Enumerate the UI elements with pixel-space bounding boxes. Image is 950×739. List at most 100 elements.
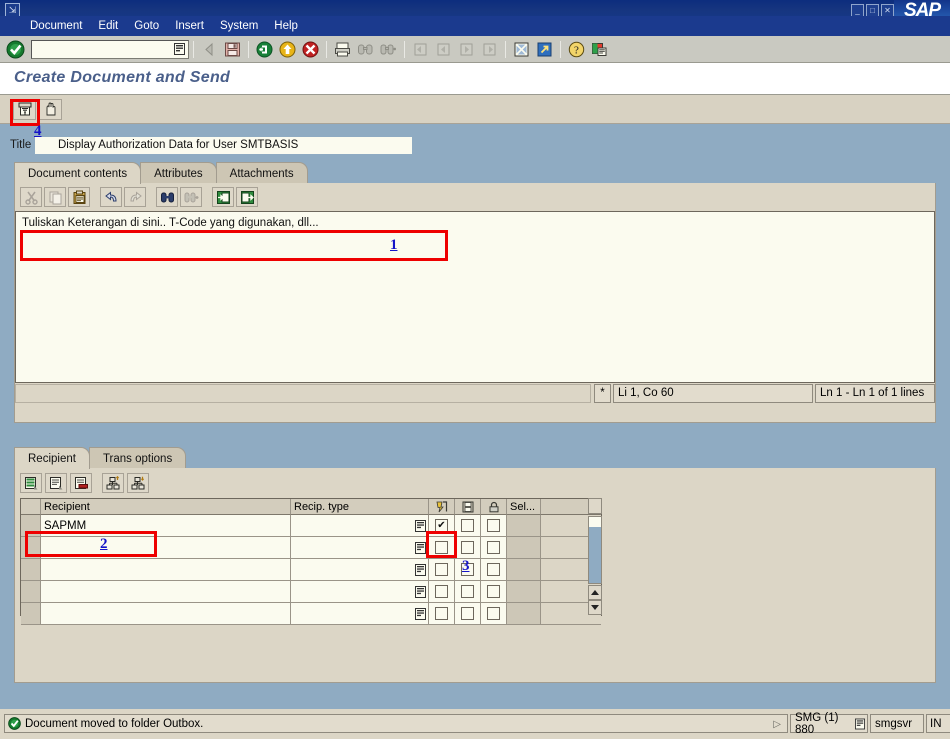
find-next-icon[interactable] [378, 39, 399, 60]
table-row[interactable] [21, 603, 601, 625]
sort-ascending-button[interactable] [102, 473, 124, 493]
lock-checkbox[interactable] [487, 585, 500, 598]
scroll-down-button[interactable] [588, 600, 602, 615]
lock-checkbox-cell[interactable] [481, 537, 507, 559]
table-row[interactable]: SAPMM ✔ [21, 515, 601, 537]
copy-checkbox-cell[interactable] [455, 515, 481, 537]
menu-document[interactable]: Document [22, 18, 90, 34]
send-document-button[interactable] [13, 98, 36, 120]
recipient-type-dropdown-icon[interactable] [415, 607, 426, 620]
save-icon[interactable] [222, 39, 243, 60]
hold-document-button[interactable] [39, 98, 62, 120]
cut-button[interactable] [20, 187, 42, 207]
copy-checkbox[interactable] [461, 585, 474, 598]
download-button[interactable] [236, 187, 258, 207]
exit-icon[interactable] [254, 39, 275, 60]
recipient-cell[interactable] [41, 581, 291, 603]
express-checkbox[interactable] [435, 541, 448, 554]
recipient-cell[interactable] [41, 559, 291, 581]
express-checkbox-cell[interactable] [429, 581, 455, 603]
scrollbar-track[interactable] [588, 516, 602, 584]
column-express[interactable] [429, 499, 455, 515]
express-checkbox-cell[interactable] [429, 537, 455, 559]
recipient-type-dropdown-icon[interactable] [415, 541, 426, 554]
customize-icon[interactable] [589, 39, 610, 60]
express-checkbox[interactable]: ✔ [435, 519, 448, 532]
row-selector[interactable] [21, 537, 41, 559]
recipient-type-cell[interactable] [291, 559, 429, 581]
lock-checkbox[interactable] [487, 541, 500, 554]
recipient-type-cell[interactable] [291, 515, 429, 537]
first-page-icon[interactable] [410, 39, 431, 60]
insert-row-button[interactable] [20, 473, 42, 493]
selection-cell[interactable] [507, 581, 541, 603]
status-system-dropdown-icon[interactable] [854, 718, 865, 730]
last-page-icon[interactable] [479, 39, 500, 60]
lock-checkbox-cell[interactable] [481, 559, 507, 581]
upload-button[interactable] [212, 187, 234, 207]
grid-scrollbar[interactable] [586, 498, 602, 616]
back-icon[interactable] [199, 39, 220, 60]
tab-trans-options[interactable]: Trans options [88, 447, 187, 469]
selection-cell[interactable] [507, 537, 541, 559]
lock-checkbox[interactable] [487, 563, 500, 576]
table-row[interactable] [21, 559, 601, 581]
create-shortcut-icon[interactable] [534, 39, 555, 60]
command-field[interactable] [31, 39, 189, 59]
sort-descending-button[interactable] [127, 473, 149, 493]
copy-checkbox-cell[interactable] [455, 603, 481, 625]
copy-checkbox[interactable] [461, 519, 474, 532]
recipient-type-dropdown-icon[interactable] [415, 519, 426, 532]
column-recipient-type[interactable]: Recip. type [291, 499, 429, 515]
menu-edit[interactable]: Edit [90, 18, 126, 34]
recipient-type-cell[interactable] [291, 603, 429, 625]
delete-row-button[interactable] [70, 473, 92, 493]
scrollbar-top-box[interactable] [588, 498, 602, 514]
row-selector[interactable] [21, 515, 41, 537]
table-row[interactable] [21, 537, 601, 559]
scrollbar-thumb[interactable] [589, 527, 601, 583]
lock-checkbox-cell[interactable] [481, 581, 507, 603]
copy-checkbox-cell[interactable] [455, 537, 481, 559]
tab-recipient[interactable]: Recipient [14, 447, 90, 469]
express-checkbox[interactable] [435, 585, 448, 598]
copy-checkbox[interactable] [461, 607, 474, 620]
tab-attributes[interactable]: Attributes [140, 162, 217, 184]
find-next-button[interactable] [180, 187, 202, 207]
cancel-icon[interactable] [300, 39, 321, 60]
tab-attachments[interactable]: Attachments [215, 162, 308, 184]
status-expand-icon[interactable]: ▷ [773, 719, 781, 730]
row-selector[interactable] [21, 581, 41, 603]
recipient-cell-sapmm[interactable]: SAPMM [41, 515, 291, 537]
copy-checkbox[interactable] [461, 541, 474, 554]
next-page-icon[interactable] [456, 39, 477, 60]
new-session-icon[interactable] [511, 39, 532, 60]
selection-cell[interactable] [507, 559, 541, 581]
selection-cell[interactable] [507, 603, 541, 625]
cancel-up-icon[interactable] [277, 39, 298, 60]
express-checkbox-cell[interactable] [429, 603, 455, 625]
recipient-type-dropdown-icon[interactable] [415, 563, 426, 576]
document-text-editor[interactable]: Tuliskan Keterangan di sini.. T-Code yan… [15, 211, 935, 383]
paste-button[interactable] [68, 187, 90, 207]
menu-goto[interactable]: Goto [126, 18, 167, 34]
title-input[interactable]: Display Authorization Data for User SMTB… [52, 137, 412, 154]
express-checkbox[interactable] [435, 607, 448, 620]
command-dropdown-icon[interactable] [174, 43, 185, 55]
lock-checkbox[interactable] [487, 519, 500, 532]
column-lock[interactable] [481, 499, 507, 515]
print-icon[interactable] [332, 39, 353, 60]
system-menu-icon[interactable]: ⇲ [5, 3, 20, 17]
row-selector[interactable] [21, 603, 41, 625]
status-system-info[interactable]: SMG (1) 880 [790, 712, 868, 736]
express-checkbox-cell[interactable]: ✔ [429, 515, 455, 537]
recipient-type-cell[interactable] [291, 537, 429, 559]
column-recipient[interactable]: Recipient [41, 499, 291, 515]
find-icon[interactable] [355, 39, 376, 60]
enter-check-icon[interactable] [3, 38, 27, 60]
undo-button[interactable] [100, 187, 122, 207]
redo-button[interactable] [124, 187, 146, 207]
find-button[interactable] [156, 187, 178, 207]
menu-system[interactable]: System [212, 18, 266, 34]
lock-checkbox-cell[interactable] [481, 603, 507, 625]
